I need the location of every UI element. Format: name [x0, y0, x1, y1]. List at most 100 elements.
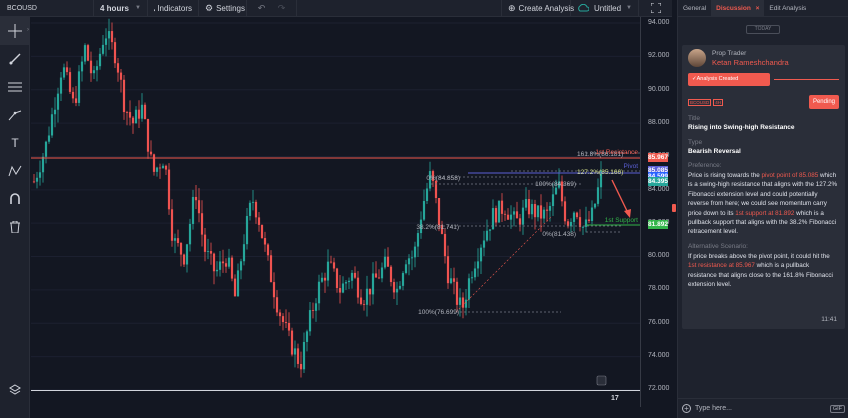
indicators-button[interactable]: Indicators — [148, 0, 199, 17]
candle-body — [584, 219, 588, 227]
chevron-right-icon[interactable]: › — [27, 27, 29, 33]
symbol-search[interactable]: BCOUSD — [0, 0, 94, 17]
layers-icon — [9, 384, 21, 395]
candle-body — [311, 310, 315, 311]
create-analysis-label: Create Analysis — [518, 3, 575, 13]
candle-body — [506, 214, 510, 220]
fib-label-100-mid: 100%(84.369) — [535, 181, 576, 188]
interval-dropdown[interactable]: 4 hours ▼ — [94, 0, 148, 17]
candle-body — [452, 278, 456, 282]
candle-body — [341, 283, 345, 293]
brush-tool[interactable] — [0, 45, 30, 73]
candle-body — [131, 117, 135, 124]
chart-pane[interactable]: 161.8%(86.181) 1st Resistance Pivot 127.2%(… — [31, 17, 640, 390]
candle-body — [554, 187, 558, 195]
candle-body — [107, 31, 111, 39]
candle-body — [281, 316, 285, 323]
candle-body — [167, 169, 171, 210]
candle-body — [515, 211, 519, 219]
preference-text-part: Price is rising towards the — [688, 172, 762, 179]
candle-body — [62, 67, 66, 78]
panel-resize-handle[interactable] — [672, 204, 676, 212]
tab-edit-analysis[interactable]: Edit Analysis — [764, 0, 811, 17]
candle-body — [494, 208, 498, 223]
layers-tool[interactable] — [0, 376, 30, 404]
trend-line-tool[interactable] — [0, 101, 30, 129]
undo-icon[interactable]: ↶ — [258, 3, 266, 14]
candle-body — [464, 299, 468, 308]
alternative-text-part: If price breaks above the pivot point, i… — [688, 252, 830, 260]
candle-body — [248, 202, 252, 216]
candle-body — [356, 277, 360, 298]
avatar[interactable] — [688, 49, 706, 67]
candle-body — [170, 209, 174, 241]
delete-drawings-tool[interactable] — [0, 213, 30, 241]
message-input[interactable]: Type here... — [695, 405, 826, 412]
author-name[interactable]: Ketan Rameshchandra — [712, 58, 789, 67]
candle-body — [533, 204, 537, 218]
candle-body — [527, 199, 531, 215]
chart-canvas[interactable]: 161.8%(86.181)1st ResistancePivot127.2%(… — [31, 17, 640, 390]
candle-body — [212, 253, 216, 272]
message-time: 11:41 — [821, 316, 837, 323]
gif-button[interactable]: GIF — [829, 404, 845, 413]
candle-body — [266, 244, 270, 256]
candle-body — [413, 246, 417, 258]
magnet-tool[interactable] — [0, 185, 30, 213]
candle-body — [410, 257, 414, 259]
tab-general[interactable]: General — [678, 0, 711, 17]
candle-body — [458, 297, 462, 305]
tab-discussion[interactable]: Discussion × — [711, 0, 765, 17]
layout-dropdown[interactable]: Untitled ▼ — [571, 0, 639, 17]
candle-body — [512, 211, 516, 215]
fullscreen-button[interactable] — [639, 0, 672, 17]
candle-body — [77, 71, 81, 103]
text-icon: T — [11, 136, 19, 150]
candle-body — [335, 268, 339, 289]
close-icon[interactable]: × — [756, 5, 760, 12]
candle-body — [302, 341, 306, 370]
time-tick-label: 17 — [611, 395, 619, 402]
candle-body — [134, 109, 138, 124]
candle-body — [521, 207, 525, 225]
type-value: Bearish Reversal — [688, 148, 741, 155]
candle-body — [422, 200, 426, 220]
trend-line-icon — [8, 110, 22, 121]
settings-button[interactable]: ⚙ Settings — [199, 0, 247, 17]
status-badge[interactable]: Pending — [808, 95, 839, 109]
create-analysis-button[interactable]: ⊕ Create Analysis — [501, 0, 574, 17]
text-tool[interactable]: T — [0, 129, 30, 157]
top-toolbar: BCOUSD 4 hours ▼ Indicators ⚙ Settings ↶… — [0, 0, 672, 17]
candle-body — [50, 114, 54, 136]
candle-body — [539, 205, 543, 219]
price-tick-label: 72.000 — [648, 385, 670, 393]
candle-body — [209, 251, 213, 254]
price-axis[interactable]: 94.00092.00090.00088.00086.00084.00082.0… — [640, 17, 672, 407]
candle-body — [89, 60, 93, 74]
add-attachment-icon[interactable]: + — [682, 404, 691, 413]
candle-body — [161, 165, 165, 169]
pivot-highlight: pivot point of 85.085 — [761, 172, 819, 179]
candle-body — [578, 217, 582, 228]
candle-body — [317, 281, 321, 304]
horizontal-lines-tool[interactable] — [0, 73, 30, 101]
fullscreen-icon — [650, 3, 661, 13]
node-pattern-icon — [8, 165, 22, 177]
candle-body — [497, 200, 501, 223]
candle-body — [551, 194, 555, 207]
brush-icon — [9, 53, 21, 65]
candle-body — [191, 196, 195, 224]
candle-body — [218, 261, 222, 270]
indicators-label: Indicators — [157, 3, 192, 13]
candle-body — [80, 61, 84, 72]
pattern-tool[interactable] — [0, 157, 30, 185]
time-axis[interactable]: 17 — [31, 390, 640, 418]
candle-body — [314, 303, 318, 311]
candle-body — [251, 201, 255, 203]
price-tick-label: 78.000 — [648, 285, 670, 293]
alternative-label: Alternative Scenario: — [688, 242, 748, 250]
redo-icon[interactable]: ↷ — [278, 3, 286, 14]
candle-body — [287, 322, 291, 331]
crosshair-tool[interactable]: › — [0, 17, 30, 45]
candle-body — [548, 206, 552, 211]
